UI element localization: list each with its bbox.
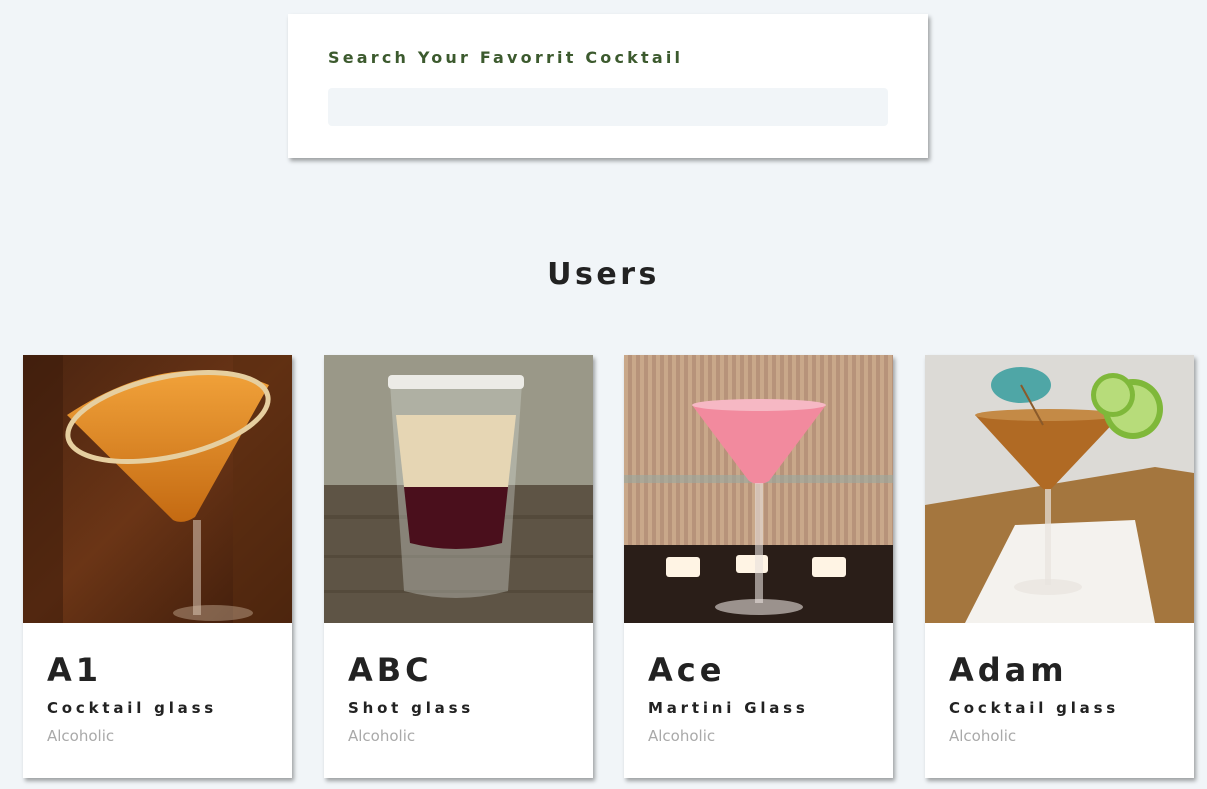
glass-type: Cocktail glass bbox=[47, 699, 218, 717]
cocktail-image[interactable] bbox=[324, 355, 593, 623]
alcoholic-label: Alcoholic bbox=[949, 727, 1017, 745]
cocktail-card[interactable]: A1 Cocktail glass Alcoholic bbox=[23, 355, 292, 778]
glass-type: Martini Glass bbox=[648, 699, 809, 717]
search-input[interactable] bbox=[328, 88, 888, 126]
cocktail-card[interactable]: Ace Martini Glass Alcoholic bbox=[624, 355, 893, 778]
glass-type: Cocktail glass bbox=[949, 699, 1120, 717]
cocktail-image[interactable] bbox=[925, 355, 1194, 623]
cocktail-image[interactable] bbox=[23, 355, 292, 623]
glass-type: Shot glass bbox=[348, 699, 475, 717]
alcoholic-label: Alcoholic bbox=[648, 727, 716, 745]
search-label: Search Your Favorrit Cocktail bbox=[328, 48, 684, 67]
section-title: Users bbox=[547, 257, 660, 292]
cocktail-card[interactable]: Adam Cocktail glass Alcoholic bbox=[925, 355, 1194, 778]
cocktail-name: A1 bbox=[47, 651, 103, 689]
search-form: Search Your Favorrit Cocktail bbox=[288, 14, 928, 158]
cocktail-image[interactable] bbox=[624, 355, 893, 623]
cocktail-name: Adam bbox=[949, 651, 1068, 689]
cocktail-name: ABC bbox=[348, 651, 433, 689]
cocktail-name: Ace bbox=[648, 651, 726, 689]
alcoholic-label: Alcoholic bbox=[348, 727, 416, 745]
alcoholic-label: Alcoholic bbox=[47, 727, 115, 745]
cocktail-card[interactable]: ABC Shot glass Alcoholic bbox=[324, 355, 593, 778]
